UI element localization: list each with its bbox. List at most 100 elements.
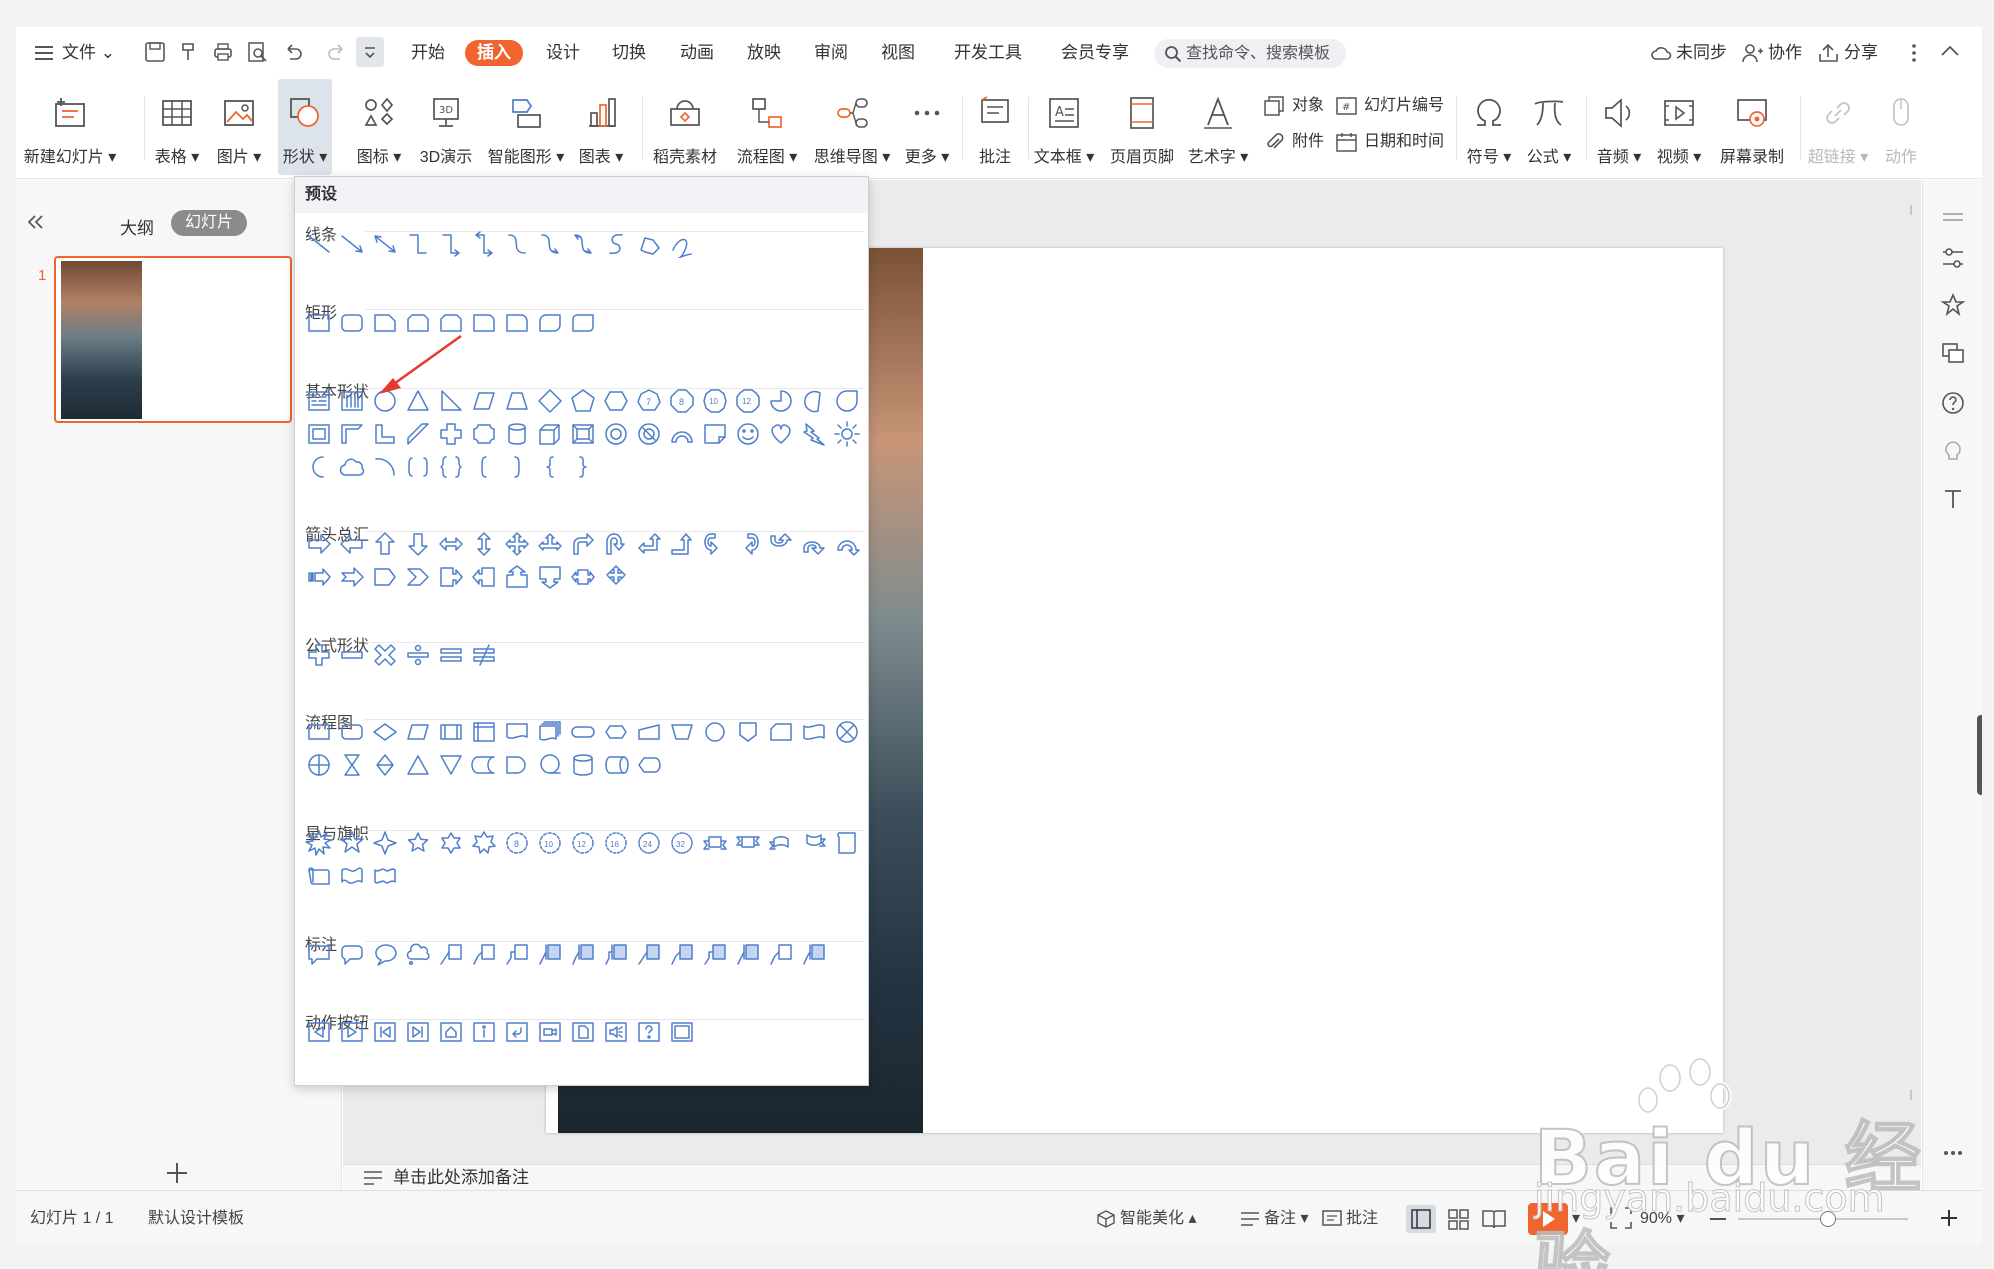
shape-freeform[interactable] [635, 230, 663, 258]
shape-aNotched[interactable] [338, 563, 366, 591]
slide-thumbnail[interactable] [54, 256, 292, 423]
shape-ribbonDown[interactable] [701, 829, 729, 857]
shape-oct[interactable]: 8 [668, 387, 696, 415]
shape-hept[interactable]: 7 [635, 387, 663, 415]
tab-transition[interactable]: 切换 [612, 27, 646, 79]
shape-fSumJ[interactable] [833, 718, 861, 746]
wordart-button[interactable]: 艺术字 ▾ [1186, 79, 1250, 175]
tab-developer[interactable]: 开发工具 [954, 27, 1022, 79]
shape-sN16[interactable]: 16 [602, 829, 630, 857]
shape-aCalloutU[interactable] [503, 563, 531, 591]
normal-view-button[interactable] [1406, 1205, 1436, 1233]
shape-line[interactable] [305, 230, 333, 258]
shape-plaque[interactable] [470, 420, 498, 448]
command-search[interactable]: 查找命令、搜索模板 [1154, 39, 1346, 68]
shape-lbracket[interactable] [470, 453, 498, 481]
mindmap-button[interactable]: 思维导图 ▾ [810, 79, 894, 175]
shape-fAlt[interactable] [338, 718, 366, 746]
shape-bBack[interactable] [305, 1018, 333, 1046]
shape-fDisk[interactable] [569, 751, 597, 779]
shape-sun[interactable] [833, 420, 861, 448]
shape-cLine3[interactable] [503, 940, 531, 968]
shape-bBlank[interactable] [668, 1018, 696, 1046]
shape-sN12[interactable]: 12 [569, 829, 597, 857]
comment-button[interactable]: 批注 [968, 79, 1022, 175]
collapse-ribbon-icon[interactable] [1940, 43, 1960, 64]
shape-sN24[interactable]: 24 [635, 829, 663, 857]
shape-curveB[interactable] [569, 230, 597, 258]
shape-bFwd[interactable] [338, 1018, 366, 1046]
shape-cCloud[interactable] [404, 940, 432, 968]
shape-aCurvU[interactable] [767, 530, 795, 558]
print-preview-icon[interactable] [246, 41, 268, 63]
material-button[interactable]: 稻壳素材 [648, 79, 722, 175]
shape-rect[interactable] [305, 309, 333, 337]
shape-fStored[interactable] [470, 751, 498, 779]
shape-cLine2[interactable] [767, 940, 795, 968]
collapse-panel-icon[interactable] [26, 214, 46, 235]
shape-lshape[interactable] [371, 420, 399, 448]
shape-arc[interactable] [668, 420, 696, 448]
chart-button[interactable]: 图表 ▾ [574, 79, 628, 175]
shape-aCalloutD[interactable] [536, 563, 564, 591]
shape-heart[interactable] [767, 420, 795, 448]
shape-ribbonUp[interactable] [734, 829, 762, 857]
properties-icon[interactable] [1940, 245, 1966, 271]
shape-arcline[interactable] [371, 453, 399, 481]
tab-slideshow[interactable]: 放映 [747, 27, 781, 79]
shape-aCalloutQuad[interactable] [602, 563, 630, 591]
shape-textbox[interactable] [305, 387, 333, 415]
shape-fPrep[interactable] [602, 718, 630, 746]
shape-sN32[interactable]: 32 [668, 829, 696, 857]
new-slide-button[interactable]: 新建幻灯片 ▾ [20, 79, 120, 175]
animation-star-icon[interactable] [1940, 292, 1966, 318]
shape-aL[interactable] [338, 530, 366, 558]
shape-cAccent3[interactable] [602, 940, 630, 968]
shape-eEq[interactable] [437, 641, 465, 669]
shape-chord[interactable] [800, 387, 828, 415]
shape-cOval[interactable] [371, 940, 399, 968]
shape-cBorder1[interactable] [635, 940, 663, 968]
shape-aChevron[interactable] [404, 563, 432, 591]
shape-halfframe[interactable] [338, 420, 366, 448]
shape-button[interactable]: 形状 ▾ [278, 79, 332, 175]
screen-record-button[interactable]: 屏幕录制 [1712, 79, 1792, 175]
vertical-scrollbar[interactable] [1908, 205, 1914, 1100]
shape-cBorder2[interactable] [668, 940, 696, 968]
shape-aCurvR[interactable] [701, 530, 729, 558]
shape-aR[interactable] [305, 530, 333, 558]
textbox-button[interactable]: A 文本框 ▾ [1032, 79, 1096, 175]
shape-aStripe[interactable] [305, 563, 333, 591]
shape-fOr[interactable] [305, 751, 333, 779]
share-button[interactable]: 分享 [1818, 27, 1878, 79]
zoom-out-icon[interactable] [1710, 1218, 1726, 1220]
shape-rbracket[interactable] [503, 453, 531, 481]
format-painter-icon[interactable] [178, 41, 200, 63]
shape-round2[interactable] [536, 309, 564, 337]
shape-s[interactable] [602, 230, 630, 258]
shape-bReturn[interactable] [503, 1018, 531, 1046]
shape-dblarrow[interactable] [371, 230, 399, 258]
shape-bHome[interactable] [437, 1018, 465, 1046]
shape-pie[interactable] [767, 387, 795, 415]
shape-fDelay[interactable] [503, 751, 531, 779]
shape-bEnd[interactable] [404, 1018, 432, 1046]
shape-cube[interactable] [536, 420, 564, 448]
table-button[interactable]: 表格 ▾ [150, 79, 204, 175]
shape-aCalloutL[interactable] [470, 563, 498, 591]
shape-scrollV[interactable] [833, 829, 861, 857]
formula-button[interactable]: 公式 ▾ [1522, 79, 1576, 175]
zoom-level[interactable]: 90% ▾ [1640, 1191, 1685, 1245]
shape-cloud[interactable] [338, 453, 366, 481]
shape-pent[interactable] [569, 387, 597, 415]
shape-round3[interactable] [569, 309, 597, 337]
zoom-in-icon[interactable] [1938, 1207, 1960, 1234]
shape-aPentagon[interactable] [371, 563, 399, 591]
hamburger-icon[interactable] [34, 44, 54, 67]
shape-elbowB[interactable] [470, 230, 498, 258]
shape-aBentUp[interactable] [668, 530, 696, 558]
shape-fCard[interactable] [767, 718, 795, 746]
shape-eNeq[interactable] [470, 641, 498, 669]
tab-member[interactable]: 会员专享 [1061, 27, 1129, 79]
shape-s8[interactable] [305, 829, 333, 857]
